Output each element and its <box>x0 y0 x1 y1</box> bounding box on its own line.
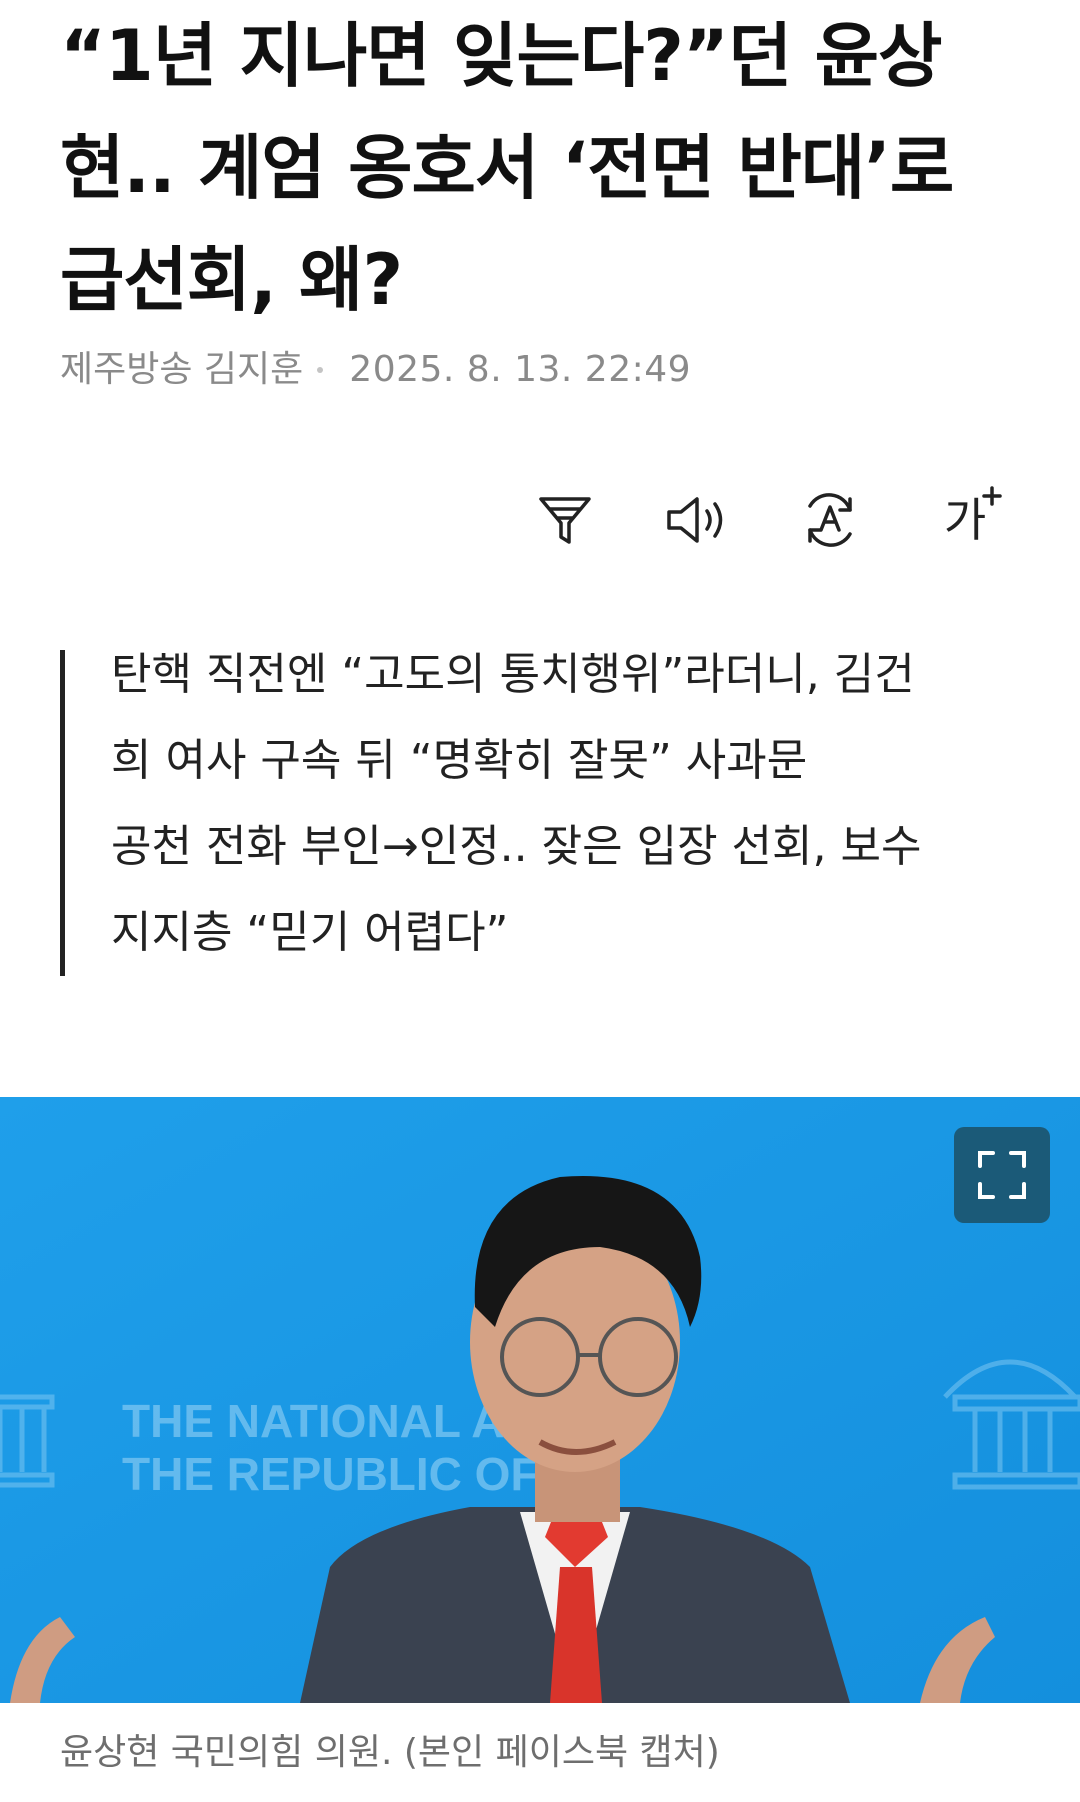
expand-icon <box>978 1151 1026 1199</box>
article-photo[interactable]: THE NATIONAL AS THE REPUBLIC OF <box>0 1097 1080 1703</box>
headline-line-1: “1년 지나면 잊는다?”던 윤상 <box>60 15 942 97</box>
article-date: 2025. 8. 13. 22:49 <box>349 349 692 390</box>
article-headline: “1년 지나면 잊는다?”던 윤상 현.. 계엄 옹호서 ‘전면 반대’로 급선… <box>60 0 1020 336</box>
font-size-label: 가 <box>943 493 987 547</box>
summary-line-3: 공천 전화 부인→인정.. 잦은 입장 선회, 보수 <box>111 821 922 872</box>
article-page: “1년 지나면 잊는다?”던 윤상 현.. 계엄 옹호서 ‘전면 반대’로 급선… <box>0 0 1080 1802</box>
backdrop-text-line-1: THE NATIONAL AS <box>122 1395 535 1447</box>
separator-dot <box>317 367 324 373</box>
summary-line-2: 희 여사 구속 뒤 “명확히 잘못” 사과문 <box>111 735 808 786</box>
summary-line-4: 지지층 “믿기 어렵다” <box>111 907 509 958</box>
headline-line-2: 현.. 계엄 옹호서 ‘전면 반대’로 <box>60 127 954 209</box>
speaker-icon[interactable] <box>665 485 735 555</box>
headline-line-3: 급선회, 왜? <box>60 239 403 321</box>
font-size-icon[interactable]: 가 <box>925 485 1005 555</box>
filter-icon[interactable] <box>530 485 600 555</box>
photo-illustration: THE NATIONAL AS THE REPUBLIC OF <box>0 1097 1080 1703</box>
article-byline: 제주방송 김지훈 2025. 8. 13. 22:49 <box>60 345 691 395</box>
summary-line-1: 탄핵 직전엔 “고도의 통치행위”라더니, 김건 <box>111 649 915 700</box>
article-toolbar: 가 <box>530 485 1030 555</box>
photo-caption: 윤상현 국민의힘 의원. (본인 페이스북 캡처) <box>60 1732 720 1773</box>
expand-button[interactable] <box>954 1127 1050 1223</box>
article-source[interactable]: 제주방송 김지훈 <box>60 345 303 395</box>
article-summary: 탄핵 직전엔 “고도의 통치행위”라더니, 김건 희 여사 구속 뒤 “명확히 … <box>60 649 1025 976</box>
translate-icon[interactable] <box>795 485 865 555</box>
backdrop-text-line-2: THE REPUBLIC OF <box>122 1448 539 1500</box>
